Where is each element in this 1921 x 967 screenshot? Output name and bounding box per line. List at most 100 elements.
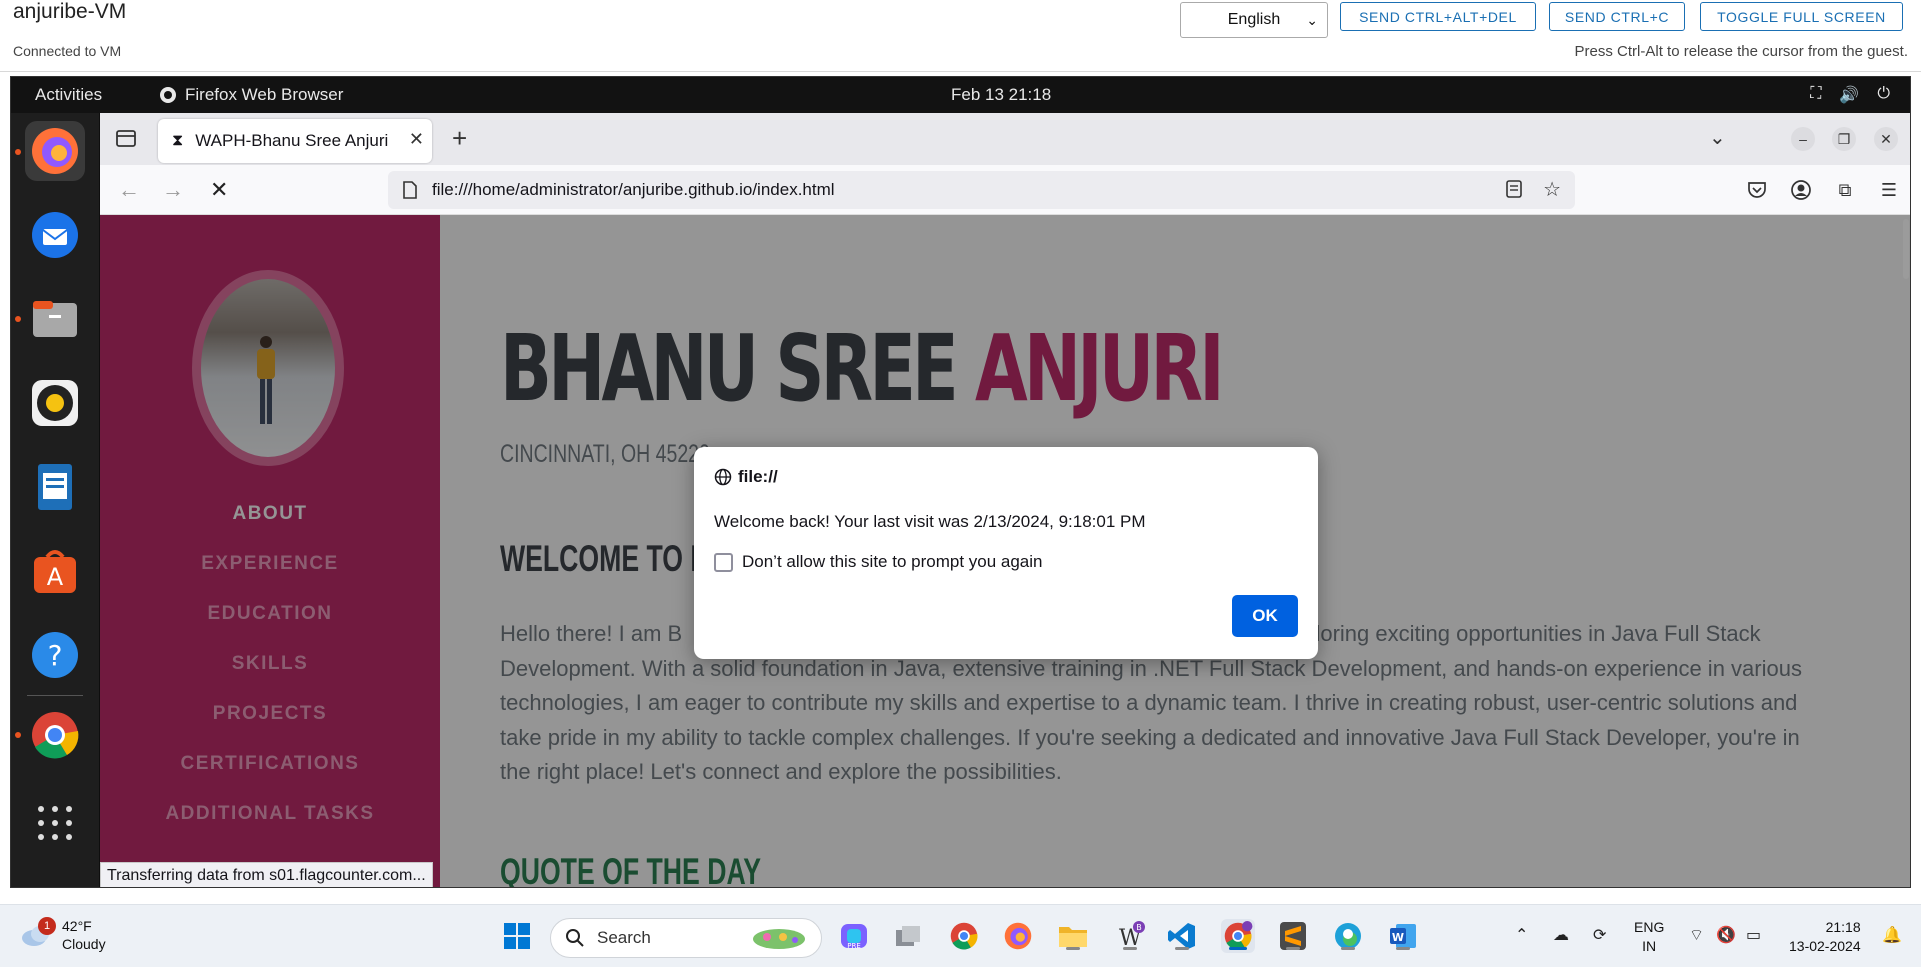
account-icon[interactable] — [1788, 177, 1814, 203]
cloud-icon: 1 — [20, 917, 56, 949]
dock-firefox[interactable] — [25, 121, 85, 181]
taskbar-search[interactable]: Search — [550, 918, 822, 958]
url-bar[interactable]: file:///home/administrator/anjuribe.gith… — [388, 171, 1575, 209]
close-icon[interactable]: ✕ — [409, 129, 424, 150]
search-highlight-icon — [753, 929, 805, 949]
start-button[interactable] — [500, 919, 534, 953]
keyboard-language-select[interactable]: English ⌄ — [1180, 2, 1328, 38]
running-indicator — [15, 149, 21, 155]
copilot-icon: PRE — [841, 924, 867, 950]
running-indicator — [1396, 947, 1410, 950]
minimize-button[interactable]: – — [1791, 127, 1815, 151]
firefox-view-icon[interactable] — [114, 126, 138, 150]
sync-icon[interactable]: ⟳ — [1593, 925, 1606, 945]
app-name: Firefox Web Browser — [185, 85, 344, 104]
extensions-icon[interactable]: ⧉ — [1832, 177, 1858, 203]
dock-files[interactable] — [25, 289, 85, 349]
reader-view-icon[interactable] — [1505, 179, 1523, 199]
suppress-prompts-row[interactable]: Don’t allow this site to prompt you agai… — [714, 552, 1043, 572]
tab-title: WAPH-Bhanu Sree Anjuri — [195, 131, 389, 150]
app-center-icon: A — [34, 550, 76, 593]
wifi-icon[interactable]: ⌔ — [1689, 925, 1704, 945]
suppress-prompts-label[interactable]: Don’t allow this site to prompt you agai… — [742, 552, 1043, 572]
hamburger-menu-icon[interactable]: ☰ — [1876, 177, 1902, 203]
taskbar-sublime-text[interactable] — [1276, 919, 1310, 953]
globe-icon — [714, 468, 732, 486]
dialog-message: Welcome back! Your last visit was 2/13/2… — [714, 512, 1146, 531]
stop-loading-button[interactable]: ✕ — [210, 177, 228, 203]
dialog-origin-text: file:// — [738, 467, 778, 486]
svg-text:W: W — [1392, 931, 1404, 944]
new-tab-button[interactable]: + — [452, 123, 467, 154]
nav-toolbar: ← → ✕ file:///home/administrator/anjurib… — [100, 165, 1910, 215]
onedrive-icon[interactable]: ☁ — [1553, 925, 1569, 945]
system-menu[interactable]: ⛶ 🔊 ⏻ — [1810, 85, 1890, 105]
gnome-clock[interactable]: Feb 13 21:18 — [951, 85, 1051, 105]
network-icon: ⛶ — [1810, 85, 1822, 102]
dock-chrome[interactable] — [25, 705, 85, 765]
release-cursor-hint: Press Ctrl-Alt to release the cursor fro… — [1574, 43, 1908, 60]
page-scrollbar[interactable] — [1903, 219, 1909, 279]
close-window-button[interactable]: ✕ — [1874, 127, 1898, 151]
taskbar-clock[interactable]: 21:18 13-02-2024 — [1789, 918, 1861, 956]
notification-bell-icon[interactable]: 🔔 — [1882, 925, 1902, 945]
keyboard-language-value: English — [1227, 11, 1281, 28]
taskbar-vscode[interactable] — [1165, 919, 1199, 953]
taskbar-file-explorer[interactable] — [1056, 919, 1090, 953]
activities-button[interactable]: Activities — [35, 85, 102, 105]
toggle-full-screen-button[interactable]: TOGGLE FULL SCREEN — [1700, 2, 1903, 31]
taskbar-chrome-profile[interactable] — [1221, 919, 1255, 953]
vm-title: anjuribe-VM — [13, 0, 127, 23]
dock-app-center[interactable]: A — [25, 541, 85, 601]
dock-separator — [27, 695, 83, 696]
taskbar-task-view[interactable] — [891, 919, 925, 953]
firefox-icon — [1004, 922, 1032, 950]
running-indicator — [1341, 947, 1355, 950]
back-button[interactable]: ← — [118, 177, 140, 203]
show-hidden-icons-button[interactable]: ⌃ — [1515, 925, 1528, 945]
loading-hourglass-icon: ⧗ — [172, 132, 184, 149]
running-indicator — [1175, 947, 1189, 950]
forward-button[interactable]: → — [162, 177, 184, 203]
input-language-indicator[interactable]: ENG IN — [1634, 918, 1664, 956]
show-apps-button[interactable] — [25, 793, 85, 853]
taskbar-word[interactable]: W — [1386, 919, 1420, 953]
send-ctrl-c-button[interactable]: SEND CTRL+C — [1549, 2, 1685, 31]
weather-condition: Cloudy — [62, 936, 106, 952]
dock-help[interactable]: ? — [25, 625, 85, 685]
power-icon: ⏻ — [1877, 85, 1890, 102]
dock-thunderbird[interactable] — [25, 205, 85, 265]
volume-icon: 🔊 — [1839, 87, 1860, 104]
battery-icon[interactable]: ▭ — [1746, 925, 1761, 945]
weather-temp: 42°F — [62, 918, 92, 934]
taskbar-firefox[interactable] — [1001, 919, 1035, 953]
dock-rhythmbox[interactable] — [25, 373, 85, 433]
volume-muted-icon[interactable]: 🔇 — [1716, 925, 1736, 945]
tab-bar: ⧗ WAPH-Bhanu Sree Anjuri ✕ + ⌄ – ❐ ✕ — [100, 113, 1910, 165]
taskbar-edge[interactable] — [1331, 919, 1365, 953]
alert-dialog: file:// Welcome back! Your last visit wa… — [694, 447, 1318, 659]
libreoffice-writer-icon — [38, 464, 72, 510]
list-all-tabs-button[interactable]: ⌄ — [1709, 125, 1726, 150]
weather-widget[interactable]: 1 42°F Cloudy — [20, 917, 106, 953]
ok-button[interactable]: OK — [1232, 595, 1298, 637]
gnome-top-bar: Activities Firefox Web Browser Feb 13 21… — [11, 77, 1910, 113]
app-menu[interactable]: Firefox Web Browser — [159, 85, 343, 105]
taskbar-chrome[interactable] — [947, 919, 981, 953]
restore-button[interactable]: ❐ — [1832, 127, 1856, 151]
file-page-icon — [403, 181, 417, 199]
bookmark-star-icon[interactable]: ☆ — [1543, 177, 1561, 202]
svg-text:A: A — [47, 563, 64, 591]
send-ctrl-alt-del-button[interactable]: SEND CTRL+ALT+DEL — [1340, 2, 1536, 31]
vm-connection-status: Connected to VM — [13, 43, 122, 59]
pocket-icon[interactable] — [1744, 177, 1770, 203]
suppress-prompts-checkbox[interactable] — [714, 552, 733, 572]
taskbar-date: 13-02-2024 — [1789, 938, 1861, 954]
dock-libreoffice-writer[interactable] — [25, 457, 85, 517]
taskbar-app-w[interactable]: WB — [1113, 919, 1147, 953]
chrome-icon — [32, 712, 79, 759]
tab-active[interactable]: ⧗ WAPH-Bhanu Sree Anjuri ✕ — [158, 119, 432, 163]
taskbar-copilot[interactable]: PRE — [837, 919, 871, 953]
running-indicator — [1286, 947, 1300, 950]
search-icon — [566, 929, 584, 947]
